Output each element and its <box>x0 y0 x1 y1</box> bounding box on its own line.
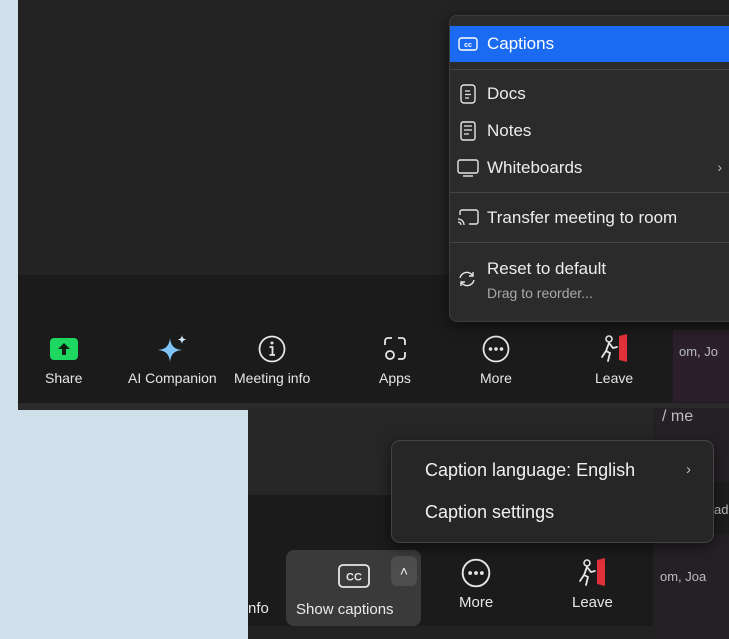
caption-language-label: Caption language: English <box>425 460 636 480</box>
window-edge <box>248 626 658 639</box>
caption-menu: Caption language: English › Caption sett… <box>391 440 714 543</box>
menu-item-caption-settings[interactable]: Caption settings <box>392 491 713 531</box>
reset-icon <box>457 270 479 293</box>
menu-divider <box>450 69 729 70</box>
apps-button[interactable]: Apps <box>379 332 411 386</box>
menu-item-captions[interactable]: cc Captions <box>450 26 729 62</box>
more-icon <box>460 556 492 590</box>
share-label: Share <box>45 370 83 386</box>
leave-icon <box>575 556 609 590</box>
menu-item-caption-language[interactable]: Caption language: English › <box>392 449 713 489</box>
leave-label: Leave <box>595 370 634 386</box>
more-button[interactable]: More <box>459 556 493 611</box>
participant-strip: om, Jo <box>673 330 729 402</box>
share-icon <box>49 332 79 366</box>
svg-text:CC: CC <box>346 572 362 584</box>
menu-divider <box>450 192 729 193</box>
cc-icon: cc <box>457 37 479 51</box>
apps-icon <box>380 332 410 366</box>
more-icon <box>481 332 511 366</box>
more-label: More <box>459 594 494 611</box>
captions-options-button[interactable]: ˄ <box>391 556 417 586</box>
menu-divider <box>450 242 729 243</box>
svg-text:cc: cc <box>464 42 472 49</box>
notes-icon <box>457 121 479 141</box>
cc-icon: CC <box>338 564 370 593</box>
meeting-info-label: Meeting info <box>234 370 311 386</box>
participant-peek-bottom: om, Joa <box>660 569 707 584</box>
reset-hint: Drag to reorder... <box>487 285 593 301</box>
more-menu: cc Captions Docs Notes Whiteboards › Tra… <box>449 15 729 322</box>
leave-label: Leave <box>572 594 613 611</box>
menu-item-label: Whiteboards <box>487 158 583 177</box>
whiteboard-icon <box>457 159 479 177</box>
participant-peek-mid: ad <box>714 502 729 517</box>
meeting-info-button[interactable]: Meeting info <box>234 332 310 386</box>
chevron-up-icon: ˄ <box>399 563 409 579</box>
cast-icon <box>457 209 479 227</box>
menu-item-transfer[interactable]: Transfer meeting to room <box>450 200 729 236</box>
menu-item-docs[interactable]: Docs <box>450 76 729 112</box>
menu-item-label: Docs <box>487 84 526 103</box>
apps-label: Apps <box>379 370 411 386</box>
sparkle-icon <box>155 332 189 366</box>
chevron-right-icon: › <box>686 461 691 478</box>
reset-label: Reset to default <box>487 259 607 278</box>
leave-button[interactable]: Leave <box>595 332 633 386</box>
menu-item-whiteboards[interactable]: Whiteboards › <box>450 150 729 186</box>
menu-item-label: Transfer meeting to room <box>487 208 678 227</box>
caption-settings-label: Caption settings <box>425 502 555 522</box>
share-button[interactable]: Share <box>45 332 82 386</box>
menu-item-label: Captions <box>487 34 555 53</box>
ai-companion-label: AI Companion <box>128 370 217 386</box>
leave-icon <box>597 332 631 366</box>
info-icon <box>257 332 287 366</box>
leave-button[interactable]: Leave <box>572 556 613 611</box>
meeting-info-label-partial: nfo <box>248 600 269 617</box>
more-button[interactable]: More <box>480 332 512 386</box>
menu-item-reset[interactable]: Reset to default Drag to reorder... <box>450 248 729 308</box>
docs-icon <box>457 84 479 104</box>
participant-names-text: om, Jo <box>679 344 719 359</box>
more-label: More <box>480 370 512 386</box>
ai-companion-button[interactable]: AI Companion <box>128 332 217 386</box>
chevron-right-icon: › <box>717 159 722 175</box>
show-captions-label: Show captions <box>296 601 394 618</box>
menu-item-notes[interactable]: Notes <box>450 113 729 149</box>
participant-peek-top: / me <box>662 408 694 425</box>
menu-item-label: Notes <box>487 121 532 140</box>
